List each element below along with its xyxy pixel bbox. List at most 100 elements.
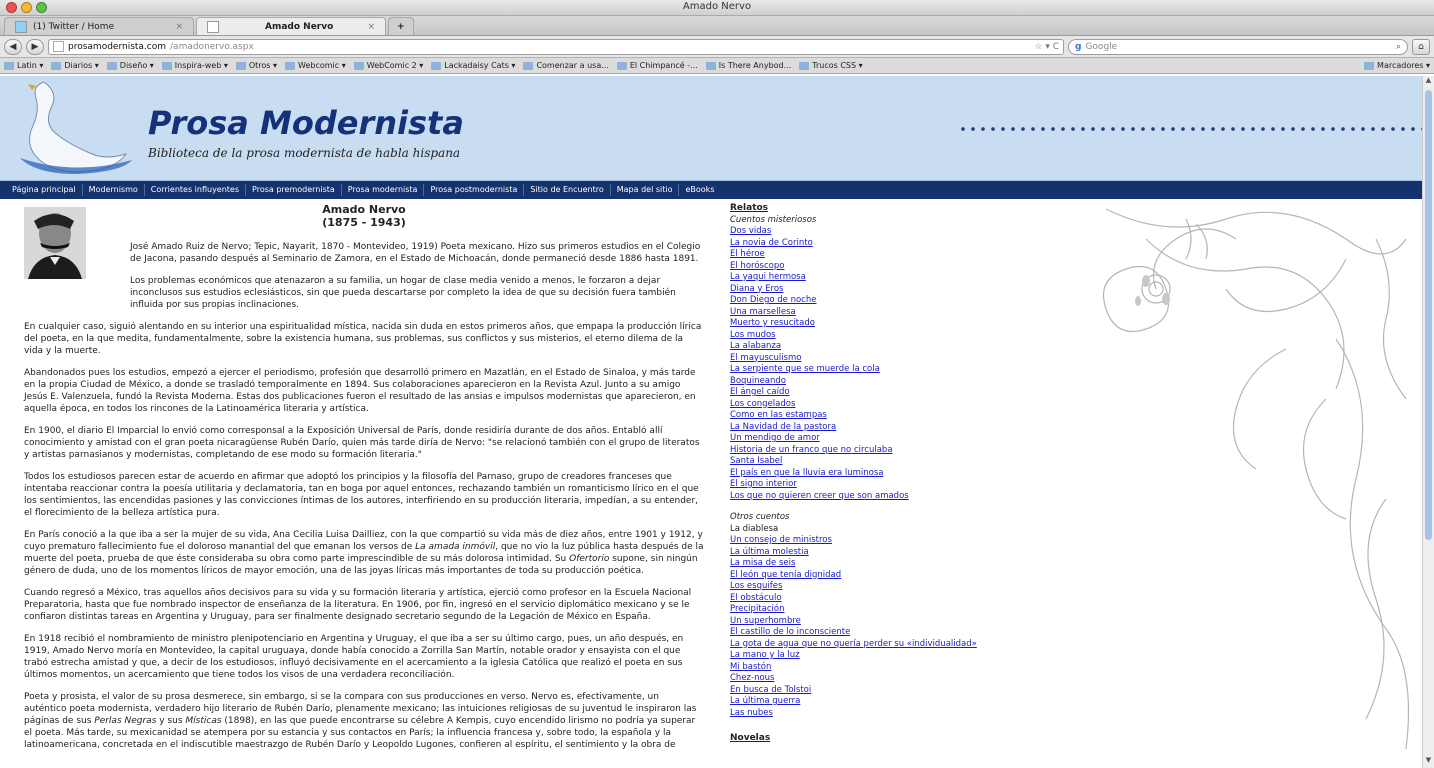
bookmark-item[interactable]: Comenzar a usa... (523, 61, 609, 70)
story-link[interactable]: La Navidad de la pastora (730, 422, 1020, 434)
site-title[interactable]: Prosa Modernista (148, 104, 464, 142)
story-link[interactable]: La alabanza (730, 341, 1020, 353)
story-link[interactable]: La gota de agua que no quería perder su … (730, 639, 1020, 651)
story-link[interactable]: Don Diego de noche (730, 295, 1020, 307)
tab-twitter[interactable]: (1) Twitter / Home × (4, 17, 194, 35)
bookmark-item[interactable]: Diarios ▾ (51, 61, 99, 70)
story-link[interactable]: La novia de Corinto (730, 238, 1020, 250)
story-link[interactable]: Como en las estampas (730, 410, 1020, 422)
bookmark-label: Latin ▾ (17, 61, 44, 70)
main-nav-item[interactable]: Corrientes influyentes (145, 184, 247, 196)
story-link[interactable]: Los que no quieren creer que son amados (730, 491, 1020, 503)
story-link[interactable]: El horóscopo (730, 261, 1020, 273)
story-link[interactable]: La serpiente que se muerde la cola (730, 364, 1020, 376)
address-bar[interactable]: prosamodernista.com/amadonervo.aspx ☆ ▾ … (48, 38, 1064, 55)
story-link[interactable]: Un superhombre (730, 616, 1020, 628)
story-link[interactable]: Precipitación (730, 604, 1020, 616)
story-link[interactable]: La última guerra (730, 696, 1020, 708)
tab-amado-nervo[interactable]: Amado Nervo × (196, 17, 386, 35)
bookmark-item[interactable]: Otros ▾ (235, 61, 278, 70)
main-nav-item[interactable]: eBooks (679, 184, 720, 196)
story-link[interactable]: Santa Isabel (730, 456, 1020, 468)
twitter-favicon-icon (15, 20, 27, 33)
main-nav-item[interactable]: Prosa modernista (342, 184, 425, 196)
bookmark-item[interactable]: El Chimpancé -... (616, 61, 698, 70)
search-icon[interactable]: ⌕ (1396, 42, 1401, 52)
paragraph-text: Los problemas económicos que atenazaron … (130, 276, 676, 310)
story-link[interactable]: En busca de Tolstoi (730, 685, 1020, 697)
story-link[interactable]: Muerto y resucitado (730, 318, 1020, 330)
home-button[interactable]: ⌂ (1412, 38, 1430, 55)
story-link[interactable]: Un mendigo de amor (730, 433, 1020, 445)
bookmark-item[interactable]: Diseño ▾ (106, 61, 154, 70)
folder-icon (51, 61, 62, 70)
story-link[interactable]: Mi bastón (730, 662, 1020, 674)
bookmark-label: WebComic 2 ▾ (366, 61, 424, 70)
story-link[interactable]: Los esquifes (730, 581, 1020, 593)
main-nav-item[interactable]: Sitio de Encuentro (524, 184, 611, 196)
main-nav-item[interactable]: Prosa premodernista (246, 184, 342, 196)
google-icon[interactable]: g (1075, 42, 1081, 52)
bookmark-item[interactable]: Is There Anybod... (705, 61, 791, 70)
story-link[interactable]: Un consejo de ministros (730, 535, 1020, 547)
story-link[interactable]: Los congelados (730, 399, 1020, 411)
bookmark-item[interactable]: WebComic 2 ▾ (353, 61, 424, 70)
main-nav-item[interactable]: Página principal (6, 184, 83, 196)
story-link[interactable]: El país en que la lluvia era luminosa (730, 468, 1020, 480)
story-link[interactable]: Diana y Eros (730, 284, 1020, 296)
bookmarks-menu[interactable]: Marcadores ▾ (1364, 61, 1430, 70)
floral-ornament (1102, 208, 1410, 750)
new-tab-button[interactable]: + (388, 17, 414, 35)
site-favicon-icon (53, 41, 64, 52)
bookmark-item[interactable]: Trucos CSS ▾ (799, 61, 863, 70)
group-title-cuentos-misteriosos: Cuentos misteriosos (730, 214, 817, 225)
story-link[interactable]: Historia de un franco que no circulaba (730, 445, 1020, 457)
story-item-plain: La diablesa (730, 523, 779, 534)
close-tab-icon[interactable]: × (367, 22, 375, 32)
bookmark-star-icon[interactable]: ☆ ▾ C (1034, 42, 1063, 52)
story-link[interactable]: La yaqui hermosa (730, 272, 1020, 284)
story-link[interactable]: El héroe (730, 249, 1020, 261)
search-input[interactable]: g Google ⌕ (1068, 38, 1408, 55)
story-link[interactable]: La misa de seis (730, 558, 1020, 570)
site-subtitle: Biblioteca de la prosa modernista de hab… (148, 146, 461, 160)
story-link[interactable]: Los mudos (730, 330, 1020, 342)
forward-button[interactable]: ▶ (26, 38, 44, 55)
bookmark-label: Otros ▾ (248, 61, 278, 70)
scrollbar-thumb[interactable] (1425, 90, 1432, 540)
story-link[interactable]: El signo interior (730, 479, 1020, 491)
story-link[interactable]: Dos vidas (730, 226, 1020, 238)
story-link[interactable]: El obstáculo (730, 593, 1020, 605)
main-navigation: Página principal Modernismo Corrientes inf… (0, 181, 1422, 199)
article-paragraph: En cualquier caso, siguió alentando en s… (24, 322, 702, 356)
main-nav-item[interactable]: Modernismo (83, 184, 145, 196)
story-link[interactable]: Chez-nous (730, 673, 1020, 685)
main-nav-item[interactable]: Prosa postmodernista (424, 184, 525, 196)
group-title-otros-cuentos: Otros cuentos (730, 512, 790, 522)
story-link[interactable]: El león que tenía dignidad (730, 570, 1020, 582)
scroll-down-icon[interactable]: ▼ (1423, 756, 1434, 768)
work-title: Perlas Negras (94, 716, 157, 726)
story-link[interactable]: Las nubes (730, 708, 1020, 720)
bookmark-item[interactable]: Lackadaisy Cats ▾ (431, 61, 515, 70)
scroll-up-icon[interactable]: ▲ (1423, 76, 1434, 88)
back-button[interactable]: ◀ (4, 38, 22, 55)
story-link[interactable]: La mano y la luz (730, 650, 1020, 662)
main-nav-item[interactable]: Mapa del sitio (611, 184, 680, 196)
bookmark-item[interactable]: Inspira-web ▾ (161, 61, 228, 70)
sidebar-heading-novelas[interactable]: Novelas (730, 733, 1020, 745)
bookmark-item[interactable]: Webcomic ▾ (285, 61, 346, 70)
bookmark-item[interactable]: Latin ▾ (4, 61, 43, 70)
sidebar-heading-relatos[interactable]: Relatos (730, 203, 1020, 215)
bookmark-label: Comenzar a usa... (536, 61, 609, 70)
portrait-photo (24, 207, 86, 279)
story-link[interactable]: La última molestia (730, 547, 1020, 559)
vertical-scrollbar[interactable]: ▲ ▼ (1422, 76, 1434, 768)
story-link[interactable]: El ángel caído (730, 387, 1020, 399)
story-link[interactable]: Boquineando (730, 376, 1020, 388)
story-link[interactable]: El castillo de lo inconsciente (730, 627, 1020, 639)
story-link[interactable]: Una marsellesa (730, 307, 1020, 319)
story-link[interactable]: El mayusculismo (730, 353, 1020, 365)
bookmark-label: Diseño ▾ (119, 61, 154, 70)
close-tab-icon[interactable]: × (175, 22, 183, 32)
